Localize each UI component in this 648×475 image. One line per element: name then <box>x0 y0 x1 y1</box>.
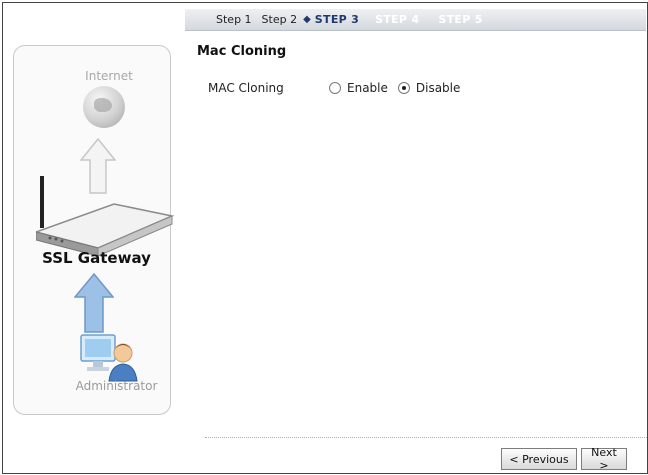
current-step-marker-icon: ◆ <box>303 14 311 25</box>
router-icon <box>36 176 175 256</box>
step-2: Step 2 <box>261 13 298 26</box>
mac-cloning-options: Enable Disable <box>329 81 470 95</box>
enable-radio-label[interactable]: Enable <box>347 81 388 95</box>
administrator-label: Administrator <box>75 379 158 393</box>
page-title: Mac Cloning <box>197 44 287 59</box>
administrator-icon <box>80 334 138 382</box>
step-4: STEP 4 <box>375 13 420 26</box>
disable-radio[interactable] <box>397 82 410 94</box>
gateway-label: SSL Gateway <box>42 249 151 267</box>
arrow-up-icon <box>74 273 114 333</box>
step-5: STEP 5 <box>438 13 483 26</box>
previous-button[interactable]: < Previous <box>501 448 577 470</box>
mac-cloning-label: MAC Cloning <box>208 81 284 95</box>
internet-label: Internet <box>85 69 133 83</box>
globe-land-shape <box>94 98 112 112</box>
step-1: Step 1 <box>216 13 252 26</box>
footer-divider <box>205 437 647 438</box>
step-3: STEP 3 <box>314 13 360 26</box>
enable-radio[interactable] <box>329 82 341 94</box>
disable-radio-label[interactable]: Disable <box>416 81 461 95</box>
next-button[interactable]: Next > <box>581 446 627 472</box>
step-bar: Step 1 Step 2 ◆ STEP 3 STEP 4 STEP 5 <box>185 9 646 31</box>
network-diagram-panel: Internet SSL Gateway Administrator <box>13 45 175 415</box>
